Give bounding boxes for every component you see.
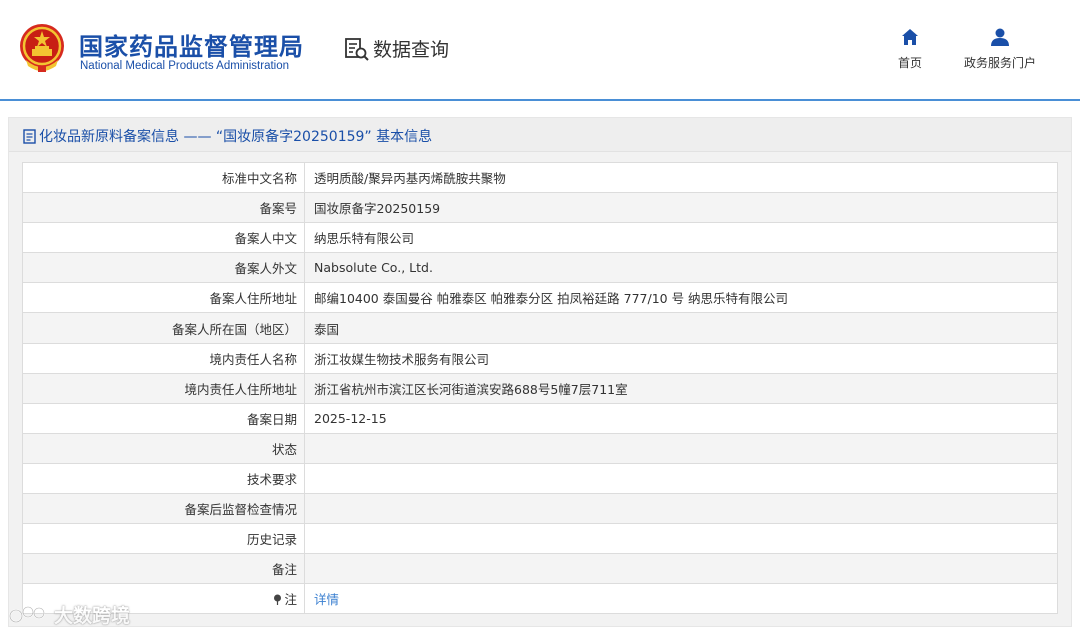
field-label: 备案人外文 [22,252,305,284]
table-row: 境内责任人名称 浙江妆媒生物技术服务有限公司 [22,342,1058,374]
field-value [304,493,1058,525]
table-row: 状态 [22,432,1058,464]
site-header: 国家药品监督管理局 National Medical Products Admi… [0,0,1080,100]
field-value: 泰国 [304,312,1058,344]
table-row: 备注 [22,553,1058,585]
field-value: Nabsolute Co., Ltd. [304,252,1058,284]
field-value: 2025-12-15 [304,402,1058,434]
nav-service-portal[interactable]: 政务服务门户 [956,28,1044,71]
record-info-table: 标准中文名称 透明质酸/聚异丙基丙烯酰胺共聚物 备案号 国妆原备字20250159 备案… [22,161,1058,615]
note-label: 注 [284,592,297,608]
pin-icon [273,593,282,608]
field-label: 历史记录 [22,523,305,555]
field-value [304,523,1058,555]
record-info-panel: 化妆品新原料备案信息 —— “国妆原备字20250159” 基本信息 标准中文名… [8,117,1072,627]
field-label: 备案人住所地址 [22,282,305,314]
nav-service-portal-label: 政务服务门户 [963,56,1036,70]
table-row: 备案人外文 Nabsolute Co., Ltd. [22,252,1058,284]
table-row: 境内责任人住所地址 浙江省杭州市滨江区长河街道滨安路688号5幢7层711室 [22,372,1058,404]
table-row: 备案人所在国（地区） 泰国 [22,312,1058,344]
search-document-icon [345,37,369,61]
panel-title: 化妆品新原料备案信息 —— “国妆原备字20250159” 基本信息 [23,126,432,146]
field-value: 浙江省杭州市滨江区长河街道滨安路688号5幢7层711室 [304,372,1058,404]
header-divider [0,99,1080,101]
details-link[interactable]: 详情 [314,592,339,607]
field-label: 备案人所在国（地区） [22,312,305,344]
table-row: 备案后监督检查情况 [22,493,1058,525]
field-label: 状态 [22,432,305,464]
national-emblem-icon [20,24,64,72]
field-label: 境内责任人名称 [22,342,305,374]
home-icon [902,29,918,45]
table-row: 技术要求 [22,462,1058,495]
nav-home-label: 首页 [897,56,922,70]
watermark-text: 大数跨境 [54,605,131,627]
watermark: 大数跨境 [8,601,130,628]
table-row-note: 注 详情 [22,583,1058,615]
document-icon [23,128,36,144]
table-row: 备案号 国妆原备字20250159 [22,192,1058,224]
field-label: 备案人中文 [22,222,305,254]
watermark-logo-icon [9,605,45,623]
table-row: 历史记录 [22,523,1058,555]
field-label: 标准中文名称 [22,161,305,194]
note-value-cell: 详情 [304,583,1058,615]
field-value: 浙江妆媒生物技术服务有限公司 [304,342,1058,374]
panel-title-text: 化妆品新原料备案信息 —— “国妆原备字20250159” 基本信息 [39,129,433,145]
table-row: 备案人住所地址 邮编10400 泰国曼谷 帕雅泰区 帕雅泰分区 拍凤裕廷路 777… [22,282,1058,314]
field-label: 技术要求 [22,462,305,495]
info-table-body: 标准中文名称 透明质酸/聚异丙基丙烯酰胺共聚物 备案号 国妆原备字20250159 备案… [22,161,1058,615]
field-value: 透明质酸/聚异丙基丙烯酰胺共聚物 [304,161,1058,194]
org-name-en: National Medical Products Administration [80,60,290,72]
panel-title-bar: 化妆品新原料备案信息 —— “国妆原备字20250159” 基本信息 [9,118,1071,152]
field-label: 境内责任人住所地址 [22,372,305,404]
field-value [304,462,1058,495]
field-label: 备案日期 [22,402,305,434]
table-row: 标准中文名称 透明质酸/聚异丙基丙烯酰胺共聚物 [22,161,1058,194]
field-value: 纳思乐特有限公司 [304,222,1058,254]
field-value [304,553,1058,585]
table-row: 备案日期 2025-12-15 [22,402,1058,434]
field-label: 备注 [22,553,305,585]
field-label: 备案号 [22,192,305,224]
field-value [304,432,1058,464]
table-row: 备案人中文 纳思乐特有限公司 [22,222,1058,254]
user-icon [991,28,1009,46]
field-value: 国妆原备字20250159 [304,192,1058,224]
field-value: 邮编10400 泰国曼谷 帕雅泰区 帕雅泰分区 拍凤裕廷路 777/10 号 纳… [304,282,1058,314]
data-query-title[interactable]: 数据查询 [344,35,449,62]
nav-home[interactable]: 首页 [888,28,932,71]
org-name-cn: 国家药品监督管理局 [79,33,304,61]
data-query-label: 数据查询 [373,39,450,61]
field-label: 备案后监督检查情况 [22,493,305,525]
